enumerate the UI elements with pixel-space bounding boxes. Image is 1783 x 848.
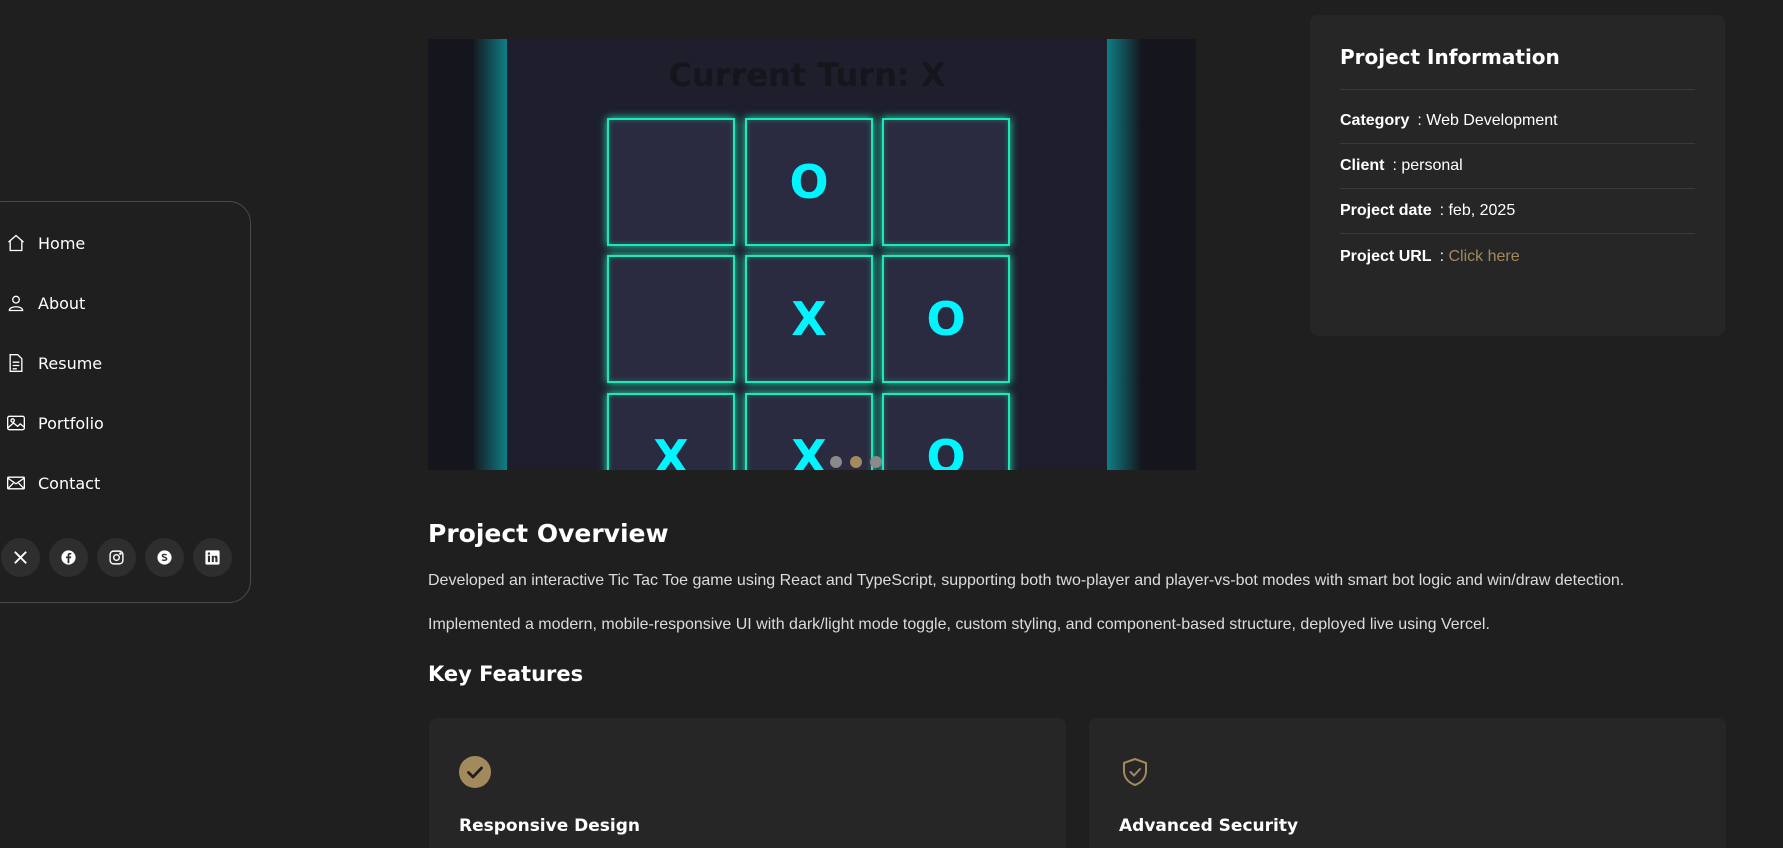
feature-name: Responsive Design — [459, 816, 641, 836]
image-icon — [7, 415, 25, 431]
check-circle-icon — [459, 756, 491, 788]
info-value: : Web Development — [1417, 112, 1558, 129]
linkedin-icon — [205, 550, 220, 565]
facebook-icon — [61, 550, 76, 565]
x-icon — [14, 551, 27, 564]
nav-label: Resume — [38, 353, 103, 373]
social-links — [1, 538, 232, 577]
carousel-pagination — [830, 456, 882, 468]
nav-label: About — [38, 293, 86, 313]
board-cell[interactable] — [607, 118, 735, 246]
project-info-card: Project Information Category : Web Devel… — [1310, 15, 1725, 336]
nav-label: Portfolio — [38, 413, 104, 433]
overview-heading: Project Overview — [428, 519, 669, 548]
board-cell[interactable]: X — [607, 393, 735, 470]
feature-card: Responsive Design — [429, 718, 1066, 848]
info-key: Client — [1340, 157, 1385, 174]
facebook-link[interactable] — [49, 538, 88, 577]
info-title: Project Information — [1340, 45, 1560, 69]
skype-icon — [157, 550, 172, 565]
nav-item-contact[interactable]: Contact — [6, 473, 100, 493]
side-navigation: Home About Resume Portfolio Contact — [0, 201, 251, 603]
feature-name: Advanced Security — [1119, 816, 1299, 836]
overview-paragraph: Implemented a modern, mobile-responsive … — [428, 616, 1490, 633]
user-icon — [8, 295, 24, 312]
document-icon — [9, 354, 23, 372]
nav-label: Contact — [38, 473, 101, 493]
shield-check-icon — [1123, 757, 1147, 787]
board-cell[interactable] — [882, 118, 1010, 246]
instagram-link[interactable] — [97, 538, 136, 577]
instagram-icon — [109, 550, 124, 565]
project-image-carousel[interactable]: Current Turn: X O X O X X O — [428, 39, 1196, 470]
carousel-dot[interactable] — [870, 456, 882, 468]
info-key: Category — [1340, 112, 1410, 129]
overview-paragraph: Developed an interactive Tic Tac Toe gam… — [428, 572, 1625, 589]
project-url-link[interactable]: Click here — [1448, 248, 1519, 266]
feature-card: Advanced Security — [1089, 718, 1726, 848]
board-cell[interactable]: X — [745, 255, 873, 383]
info-row-client: Client : personal — [1340, 144, 1695, 189]
board-cell[interactable]: O — [882, 255, 1010, 383]
turn-indicator: Current Turn: X — [668, 56, 946, 94]
neon-edge-left — [473, 39, 507, 470]
nav-item-resume[interactable]: Resume — [6, 353, 102, 373]
divider — [1340, 89, 1695, 90]
skype-link[interactable] — [145, 538, 184, 577]
board-cell[interactable] — [607, 255, 735, 383]
info-key: Project date — [1340, 202, 1432, 219]
key-features-heading: Key Features — [428, 662, 584, 686]
info-value: : feb, 2025 — [1439, 202, 1516, 219]
info-value: : — [1439, 247, 1449, 265]
linkedin-link[interactable] — [193, 538, 232, 577]
x-link[interactable] — [1, 538, 40, 577]
info-row-category: Category : Web Development — [1340, 99, 1695, 144]
info-row-date: Project date : feb, 2025 — [1340, 189, 1695, 234]
info-value: : personal — [1392, 157, 1463, 174]
board-cell[interactable]: O — [745, 118, 873, 246]
nav-item-portfolio[interactable]: Portfolio — [6, 413, 104, 433]
board-cell[interactable]: O — [882, 393, 1010, 470]
info-row-url: Project URL : Click here — [1340, 234, 1695, 279]
nav-label: Home — [38, 233, 86, 253]
nav-item-home[interactable]: Home — [6, 233, 85, 253]
nav-item-about[interactable]: About — [6, 293, 85, 313]
carousel-dot-active[interactable] — [850, 456, 862, 468]
mail-icon — [7, 476, 25, 490]
info-key: Project URL — [1340, 247, 1432, 265]
carousel-dot[interactable] — [830, 456, 842, 468]
neon-edge-right — [1107, 39, 1141, 470]
game-screenshot: Current Turn: X O X O X X O — [507, 39, 1107, 470]
home-icon — [8, 234, 24, 252]
